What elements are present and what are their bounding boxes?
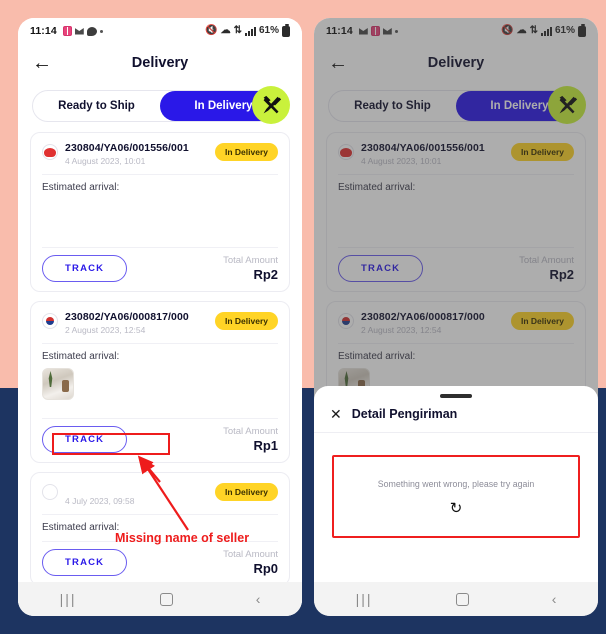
order-card-header: 230804/YA06/001556/001 4 August 2023, 10… — [42, 142, 278, 166]
divider — [42, 174, 278, 175]
total-amount-label: Total Amount — [223, 426, 278, 437]
app-bar-left: ← Delivery — [18, 44, 302, 82]
tab-bar: Ready to Ship In Delivery — [32, 90, 288, 122]
status-bar-left: 11:14 🔇 ☁ ⇅ 61% — [18, 18, 302, 44]
status-badge: In Delivery — [215, 312, 278, 330]
status-badge: In Delivery — [215, 143, 278, 161]
refresh-icon[interactable]: ↻ — [450, 499, 463, 517]
total-amount-value: Rp1 — [253, 438, 278, 453]
order-card-footer: TRACK Total Amount Rp0 — [42, 549, 278, 576]
mute-icon: 🔇 — [205, 25, 218, 36]
order-amount: Total Amount Rp2 — [223, 255, 278, 282]
mail-icon — [74, 28, 84, 35]
order-card[interactable]: 230804/YA06/001556/001 4 August 2023, 10… — [30, 132, 290, 292]
error-message: Something went wrong, please try again — [377, 479, 535, 489]
signal-icon — [244, 26, 256, 36]
chat-bubble-icon — [86, 26, 97, 36]
back-chevron-icon[interactable]: ‹ — [552, 591, 557, 607]
total-amount-value: Rp2 — [253, 267, 278, 282]
phone-screenshot-right: 11:14 🔇 ☁ ⇅ 61% ← Delivery Ready to Ship… — [314, 18, 598, 616]
order-date: 4 August 2023, 10:01 — [65, 156, 146, 166]
home-icon[interactable] — [455, 592, 469, 606]
page-title: Delivery — [131, 55, 189, 71]
track-button[interactable]: TRACK — [42, 549, 128, 576]
battery-percent-label: 61% — [258, 25, 279, 36]
track-button[interactable]: TRACK — [42, 255, 128, 282]
status-bar-app-icons — [62, 26, 103, 36]
divider — [42, 418, 278, 419]
tools-fab-button[interactable] — [252, 86, 290, 124]
track-button[interactable]: TRACK — [42, 426, 128, 453]
orders-list-left: 230804/YA06/001556/001 4 August 2023, 10… — [18, 122, 302, 586]
total-amount-label: Total Amount — [223, 549, 278, 560]
error-state-container: Something went wrong, please try again ↻ — [332, 455, 580, 538]
divider — [42, 514, 278, 515]
detail-pengiriman-bottom-sheet: ✕ Detail Pengiriman Something went wrong… — [314, 386, 598, 582]
order-card[interactable]: 230802/YA06/000817/000 2 August 2023, 12… — [30, 301, 290, 463]
back-arrow-icon[interactable]: ← — [32, 53, 52, 73]
sheet-header: ✕ Detail Pengiriman — [314, 398, 598, 433]
order-items-empty-area — [42, 193, 278, 239]
status-bar-system-icons: 🔇 ☁ ⇅ 61% — [205, 23, 290, 37]
estimated-arrival-label: Estimated arrival: — [42, 351, 120, 362]
order-card-identity: 230802/YA06/000817/000 2 August 2023, 12… — [65, 311, 208, 335]
divider — [42, 247, 278, 248]
empty-avatar — [42, 484, 58, 500]
order-amount: Total Amount Rp1 — [223, 426, 278, 453]
order-id — [65, 482, 208, 495]
app-screen-left: 11:14 🔇 ☁ ⇅ 61% ← Delivery Ready to Ship… — [18, 18, 302, 616]
order-card-header: 4 July 2023, 09:58 In Delivery — [42, 482, 278, 506]
order-date: 4 July 2023, 09:58 — [65, 496, 135, 506]
wifi-icon: ☁ — [220, 25, 231, 36]
product-thumbnail — [42, 368, 74, 400]
tools-wrench-screwdriver-icon — [263, 95, 281, 113]
singapore-flag-avatar — [42, 144, 58, 160]
tab-bar-wrapper-left: Ready to Ship In Delivery — [18, 82, 302, 124]
status-bar-time: 11:14 — [30, 25, 57, 37]
order-amount: Total Amount Rp0 — [223, 549, 278, 576]
order-card-identity: 230804/YA06/001556/001 4 August 2023, 10… — [65, 142, 208, 166]
total-amount-value: Rp0 — [253, 561, 278, 576]
sheet-title: Detail Pengiriman — [351, 407, 458, 421]
order-id: 230802/YA06/000817/000 — [65, 311, 189, 323]
order-card-footer: TRACK Total Amount Rp1 — [42, 426, 278, 453]
app-screen-right: 11:14 🔇 ☁ ⇅ 61% ← Delivery Ready to Ship… — [314, 18, 598, 616]
tab-ready-to-ship[interactable]: Ready to Ship — [33, 91, 160, 121]
recents-icon[interactable]: ||| — [60, 591, 77, 607]
recents-icon[interactable]: ||| — [356, 591, 373, 607]
android-nav-bar-left: ||| ‹ — [18, 582, 302, 616]
divider — [42, 343, 278, 344]
order-id: 230804/YA06/001556/001 — [65, 142, 189, 154]
sim-card-icon — [62, 26, 72, 36]
estimated-arrival-label: Estimated arrival: — [42, 182, 120, 193]
back-chevron-icon[interactable]: ‹ — [256, 591, 261, 607]
status-badge: In Delivery — [215, 483, 278, 501]
order-card-header: 230802/YA06/000817/000 2 August 2023, 12… — [42, 311, 278, 335]
order-date: 2 August 2023, 12:54 — [65, 325, 146, 335]
android-nav-bar-right: ||| ‹ — [314, 582, 598, 616]
overflow-dot-icon — [99, 29, 103, 33]
mobile-data-icon: ⇅ — [233, 25, 242, 36]
close-icon[interactable]: ✕ — [330, 407, 342, 421]
home-icon[interactable] — [159, 592, 173, 606]
total-amount-label: Total Amount — [223, 255, 278, 266]
annotation-label: Missing name of seller — [115, 531, 250, 545]
phone-screenshot-left: 11:14 🔇 ☁ ⇅ 61% ← Delivery Ready to Ship… — [18, 18, 302, 616]
korea-flag-avatar — [42, 313, 58, 329]
order-items-spacer — [42, 400, 278, 410]
order-card[interactable]: 4 July 2023, 09:58 In Delivery Estimated… — [30, 472, 290, 586]
battery-icon — [282, 23, 290, 37]
order-card-footer: TRACK Total Amount Rp2 — [42, 255, 278, 282]
order-card-identity: 4 July 2023, 09:58 — [65, 482, 208, 506]
